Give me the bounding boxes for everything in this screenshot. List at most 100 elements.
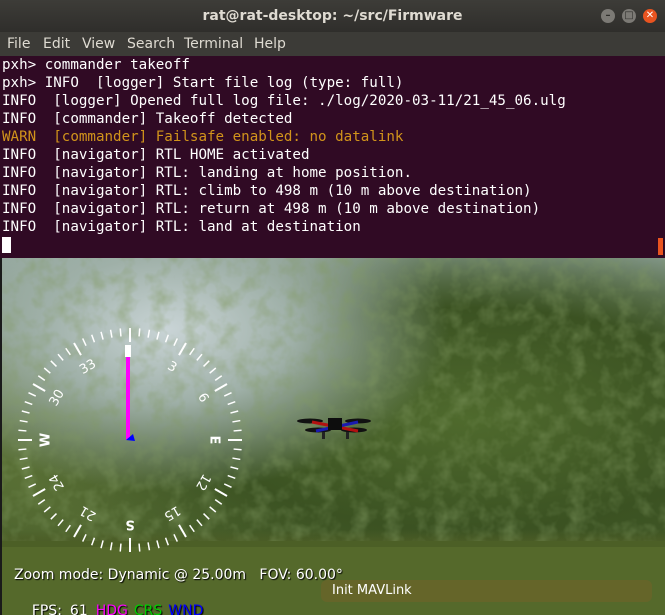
compass-tick	[164, 334, 170, 343]
menu-file[interactable]: File	[7, 36, 30, 52]
compass-tick	[173, 533, 179, 542]
compass-tick	[50, 360, 57, 367]
window-title: rat@rat-desktop: ~/src/Firmware	[202, 8, 463, 24]
crs-legend: CRS	[133, 603, 163, 615]
compass-tick	[209, 506, 217, 513]
hdg-legend: HDG	[95, 603, 128, 615]
compass-tick	[196, 353, 203, 361]
terminal-line: INFO [navigator] RTL: climb to 498 m (10…	[2, 183, 532, 199]
terminal-scrollbar[interactable]	[658, 238, 663, 255]
compass-tick	[156, 331, 160, 340]
compass-tick	[81, 338, 87, 347]
compass-label: 24	[47, 471, 68, 493]
compass-tick	[65, 347, 71, 356]
simulation-view[interactable]: 3 6 E 12 15 S 21 24 W 30 33 Zoom mode: Dynamic @ 2…	[0, 258, 665, 615]
compass-rose: 36 E 12 15 S 21 24 W 30 33	[18, 328, 242, 552]
terminal-output[interactable]: pxh> commander takeoff pxh> INFO [logger…	[2, 56, 652, 258]
compass-tick	[230, 410, 239, 414]
compass-tick	[138, 543, 141, 552]
compass-tick	[119, 328, 122, 337]
compass-tick	[32, 383, 46, 392]
zoom-fov-readout: Zoom mode: Dynamic @ 25.00m FOV: 60.00°	[14, 567, 343, 583]
compass-tick	[178, 524, 187, 538]
compass-tick	[214, 499, 223, 505]
fps-value: 61	[69, 603, 88, 615]
close-button[interactable]: ✕	[643, 9, 657, 23]
compass-label: E	[207, 436, 222, 445]
compass-label: S	[125, 517, 134, 532]
compass-tick	[81, 533, 87, 542]
compass-tick	[227, 400, 236, 406]
compass-tick	[189, 347, 195, 356]
window-titlebar: rat@rat-desktop: ~/src/Firmware – □ ✕	[0, 0, 665, 32]
compass-tick	[32, 488, 46, 497]
terminal-line: INFO [navigator] RTL: return at 498 m (1…	[2, 201, 541, 217]
compass-tick	[214, 375, 223, 381]
menu-search[interactable]: Search	[127, 36, 175, 52]
compass-tick	[173, 338, 179, 347]
compass-tick	[57, 353, 64, 361]
compass-tick	[214, 488, 228, 497]
menu-view[interactable]: View	[82, 36, 115, 52]
menubar: File Edit View Search Terminal Help	[0, 32, 665, 56]
compass-tick	[178, 342, 187, 356]
compass-label: 33	[77, 357, 99, 378]
terminal-line: INFO [navigator] RTL HOME activated	[2, 147, 310, 163]
compass-tick	[19, 457, 28, 461]
compass-tick	[164, 537, 170, 546]
compass-tick	[57, 519, 64, 527]
terminal-window: rat@rat-desktop: ~/src/Firmware – □ ✕ Fi…	[0, 0, 665, 258]
compass-tick	[109, 329, 113, 338]
compass-tick	[230, 466, 239, 470]
compass-tick	[24, 400, 33, 406]
compass-label: 3	[165, 359, 180, 376]
compass-label: 15	[161, 502, 183, 523]
compass-tick	[73, 342, 82, 356]
compass-tick	[19, 419, 28, 423]
compass-tick	[65, 524, 71, 533]
menu-terminal[interactable]: Terminal	[184, 36, 243, 52]
compass-tick	[18, 448, 27, 451]
compass-tick	[233, 429, 242, 432]
compass-label: W	[39, 433, 54, 447]
terminal-line-warning: WARN [commander] Failsafe enabled: no da…	[2, 129, 404, 145]
compass-label: 12	[192, 471, 213, 493]
compass-tick	[28, 391, 37, 397]
menu-help[interactable]: Help	[254, 36, 286, 52]
terminal-cursor	[2, 237, 11, 253]
compass-tick	[223, 483, 232, 489]
fps-label: FPS:	[31, 603, 62, 615]
terminal-line: pxh> INFO [logger] Start file log (type:…	[2, 75, 404, 91]
compass-tick	[73, 524, 82, 538]
compass-tick	[189, 524, 195, 533]
heading-pointer-tip	[125, 345, 131, 357]
compass-tick	[203, 513, 210, 520]
maximize-button[interactable]: □	[622, 9, 636, 23]
compass-tick	[50, 513, 57, 520]
compass-tick	[227, 474, 236, 480]
wnd-legend: WND	[168, 603, 204, 615]
compass-tick	[232, 457, 241, 461]
compass-tick	[21, 410, 30, 414]
compass-tick	[18, 429, 27, 432]
compass-tick	[21, 466, 30, 470]
compass-tick	[24, 474, 33, 480]
compass-tick	[156, 540, 160, 549]
compass-tick	[90, 537, 96, 546]
compass-tick	[232, 419, 241, 423]
terminal-line: INFO [commander] Takeoff detected	[2, 111, 293, 127]
minimize-button[interactable]: –	[601, 9, 615, 23]
compass-tick	[37, 499, 46, 505]
compass-label: 21	[77, 502, 99, 523]
menu-edit[interactable]: Edit	[43, 36, 70, 52]
terminal-line: pxh> commander takeoff	[2, 57, 190, 73]
compass-tick	[43, 367, 51, 374]
compass-tick	[196, 519, 203, 527]
terminal-line: INFO [navigator] RTL: landing at home po…	[2, 165, 412, 181]
compass-tick	[109, 542, 113, 551]
compass-tick	[100, 331, 104, 340]
compass-tick	[28, 483, 37, 489]
compass-tick	[37, 375, 46, 381]
compass-tick	[43, 506, 51, 513]
compass-label: 6	[194, 391, 211, 406]
